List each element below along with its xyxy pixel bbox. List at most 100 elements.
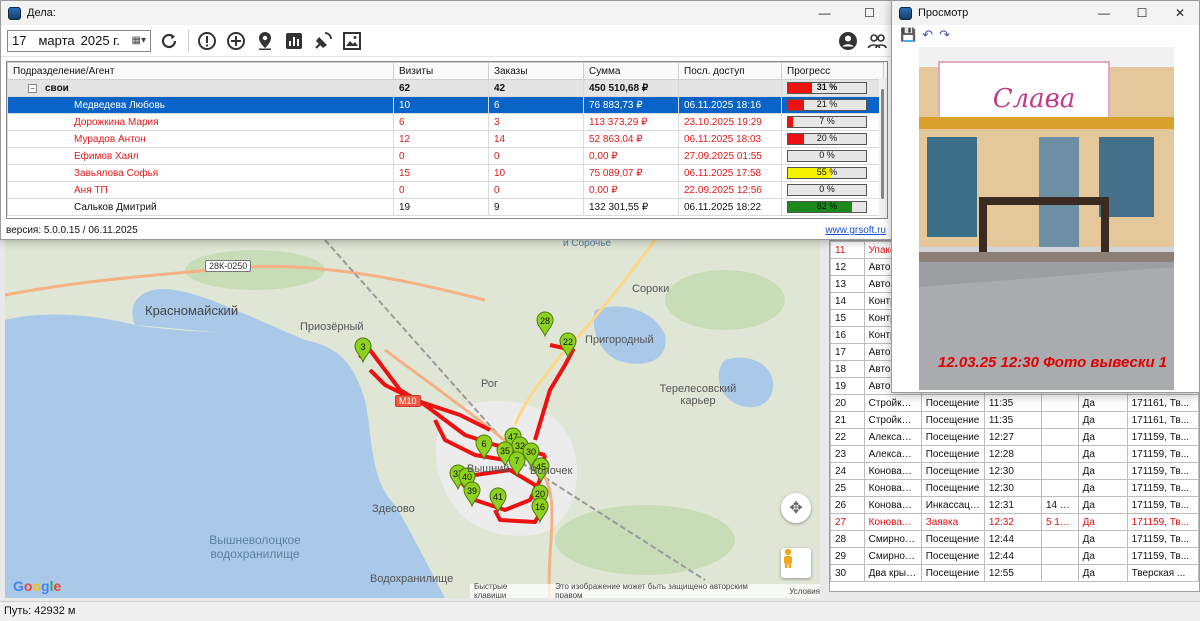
row-time: 12:44 <box>983 547 1042 565</box>
map-view[interactable]: 3 28 22 6 47 35 32 30 7 45 37 40 39 41 20 16 Красномайс… <box>5 240 820 598</box>
forest-patch <box>665 270 785 330</box>
maximize-icon: ☐ <box>1136 6 1148 20</box>
col-header-last-access[interactable]: Посл. доступ <box>678 62 782 80</box>
visit-marker[interactable]: 3 <box>354 337 372 364</box>
agent-row[interactable]: Мурадов Антон 12 14 52 863,04 ₽06.11.2025 1… <box>7 130 884 148</box>
col-header-agent[interactable]: Подразделение/Агент <box>7 62 394 80</box>
statistics-button[interactable] <box>283 30 305 52</box>
activity-row[interactable]: 30 Два крыл... Посещение 12:55 Да Тверская ..… <box>830 564 1199 582</box>
map-label-zdesovo: Здесово <box>372 503 415 515</box>
map-pan-control[interactable]: ✥ <box>781 493 811 523</box>
date-picker[interactable]: 17 марта 2025 г. ▦▾ <box>7 29 151 52</box>
user-button[interactable] <box>837 30 859 52</box>
rotate-left-icon[interactable]: ↶ <box>922 27 933 43</box>
activity-row[interactable]: 26 Коновалов... Инкассация 12:31 14 98... Да 1… <box>830 496 1199 514</box>
activity-row[interactable]: 24 Коновалов... Посещение 12:30 Да 171159, Тв… <box>830 462 1199 480</box>
group-last <box>678 79 782 97</box>
row-number: 28 <box>830 530 865 548</box>
activity-row[interactable]: 23 Александр... Посещение 12:28 Да 171159, Тв… <box>830 445 1199 463</box>
agent-row[interactable]: Медведева Любовь 10 6 76 883,73 ₽06.11.2025… <box>7 96 884 114</box>
row-address: 171159, Тв... <box>1126 445 1199 463</box>
map-label-sorochye: и Сорочье <box>563 240 612 249</box>
row-client: Два крыл... <box>863 564 922 582</box>
agent-visits: 19 <box>393 198 489 216</box>
agent-name: Сальков Дмитрий <box>7 198 394 216</box>
minimize-button[interactable]: — <box>802 1 847 25</box>
visit-marker[interactable]: 28 <box>536 311 554 338</box>
pegman-icon <box>784 548 792 568</box>
rotate-right-icon[interactable]: ↷ <box>939 27 950 43</box>
agent-progress-cell: 21 % <box>781 96 884 114</box>
preview-minimize-button[interactable]: — <box>1085 1 1123 25</box>
refresh-button[interactable] <box>158 30 180 52</box>
agent-row[interactable]: Дорожкина Мария 6 3 113 373,29 ₽23.10.2025 … <box>7 113 884 131</box>
col-header-progress[interactable]: Прогресс <box>781 62 884 80</box>
activity-row[interactable]: 29 Смирнова ... Посещение 12:44 Да 171159, Тв… <box>830 547 1199 565</box>
row-number: 12 <box>830 258 865 276</box>
activity-row[interactable]: 25 Коновалов... Посещение 12:30 Да 171159, Тв… <box>830 479 1199 497</box>
activity-row[interactable]: 27 Коновалов... Заявка 12:32 5 109... Да 17115… <box>830 513 1199 531</box>
agent-row[interactable]: Аня ТП 0 0 0,00 ₽22.09.2025 12:56 0 % <box>7 181 884 199</box>
agent-last-access: 22.09.2025 12:56 <box>678 181 782 199</box>
collapse-icon[interactable]: − <box>28 83 37 93</box>
row-done: Да <box>1077 564 1128 582</box>
row-time: 12:28 <box>983 445 1042 463</box>
maximize-icon: ☐ <box>864 6 875 20</box>
activity-row[interactable]: 22 Александр... Посещение 12:27 Да 171159, Тв… <box>830 428 1199 446</box>
satellite-button[interactable] <box>312 30 334 52</box>
agent-progress-cell: 20 % <box>781 130 884 148</box>
agent-row[interactable]: Сальков Дмитрий 19 9 132 301,55 ₽06.11.2025… <box>7 198 884 216</box>
agent-name: Ефимов Хаял <box>7 147 394 165</box>
row-type: Посещение <box>920 394 985 412</box>
shop-photo: Слава <box>919 47 1174 390</box>
agent-row[interactable]: Ефимов Хаял 0 0 0,00 ₽27.09.2025 01:55 0 % <box>7 147 884 165</box>
map-terms[interactable]: Условия <box>789 587 820 596</box>
group-progress-cell: 31 % <box>781 79 884 97</box>
map-keyboard-shortcuts[interactable]: Быстрые клавиши <box>474 582 541 598</box>
agent-last-access: 06.11.2025 18:22 <box>678 198 782 216</box>
map-copyright: Это изображение может быть защищено авто… <box>555 582 748 598</box>
agent-orders: 0 <box>488 181 584 199</box>
marker-label: 16 <box>535 502 545 512</box>
activity-row[interactable]: 28 Смирнова ... Посещение 12:44 Да 171159, Тв… <box>830 530 1199 548</box>
group-visits: 62 <box>393 79 489 97</box>
google-logo: Google <box>13 578 62 594</box>
col-header-visits[interactable]: Визиты <box>393 62 489 80</box>
col-header-orders[interactable]: Заказы <box>488 62 584 80</box>
site-link[interactable]: www.grsoft.ru <box>825 225 886 236</box>
row-amount <box>1040 411 1079 429</box>
row-address: 171159, Тв... <box>1126 496 1199 514</box>
agent-progress-cell: 7 % <box>781 113 884 131</box>
preview-maximize-button[interactable]: ☐ <box>1123 1 1161 25</box>
activity-row[interactable]: 21 Стройком... Посещение 11:35 Да 171161, Тв.… <box>830 411 1199 429</box>
calendar-dropdown-icon[interactable]: ▦▾ <box>132 35 146 46</box>
map-footer: Быстрые клавиши Это изображение может бы… <box>470 582 820 598</box>
agent-orders: 14 <box>488 130 584 148</box>
alert-button[interactable] <box>196 30 218 52</box>
grid-scrollbar[interactable] <box>879 79 887 218</box>
save-icon[interactable]: 💾 <box>900 27 916 43</box>
agent-row[interactable]: Завьялова Софья 15 10 75 089,07 ₽06.11.2025… <box>7 164 884 182</box>
location-button[interactable] <box>254 30 276 52</box>
map-label-tereles: Терелесовский карьер <box>659 383 737 407</box>
maximize-button[interactable]: ☐ <box>847 1 892 25</box>
group-row[interactable]: − свои 62 42 450 510,68 ₽ 31 % <box>7 79 884 97</box>
row-client: Александр... <box>863 428 922 446</box>
row-type: Посещение <box>920 411 985 429</box>
photo-button[interactable] <box>341 30 363 52</box>
row-amount: 14 98... <box>1040 496 1079 514</box>
scrollbar-thumb[interactable] <box>881 89 884 199</box>
col-header-sum[interactable]: Сумма <box>583 62 679 80</box>
add-button[interactable] <box>225 30 247 52</box>
users-button[interactable] <box>866 30 888 52</box>
row-number: 26 <box>830 496 865 514</box>
forest-patch <box>555 505 735 575</box>
alert-circle-icon <box>198 31 216 50</box>
row-client: Коновалов... <box>863 479 922 497</box>
street-view-pegman[interactable] <box>781 548 811 578</box>
row-number: 21 <box>830 411 865 429</box>
activity-row[interactable]: 20 Стройком... Посещение 11:35 Да 171161, Тв.… <box>830 394 1199 412</box>
row-amount: 5 109... <box>1040 513 1079 531</box>
agents-grid[interactable]: Подразделение/Агент Визиты Заказы Сумма … <box>6 61 888 219</box>
preview-close-button[interactable]: ✕ <box>1161 1 1199 25</box>
